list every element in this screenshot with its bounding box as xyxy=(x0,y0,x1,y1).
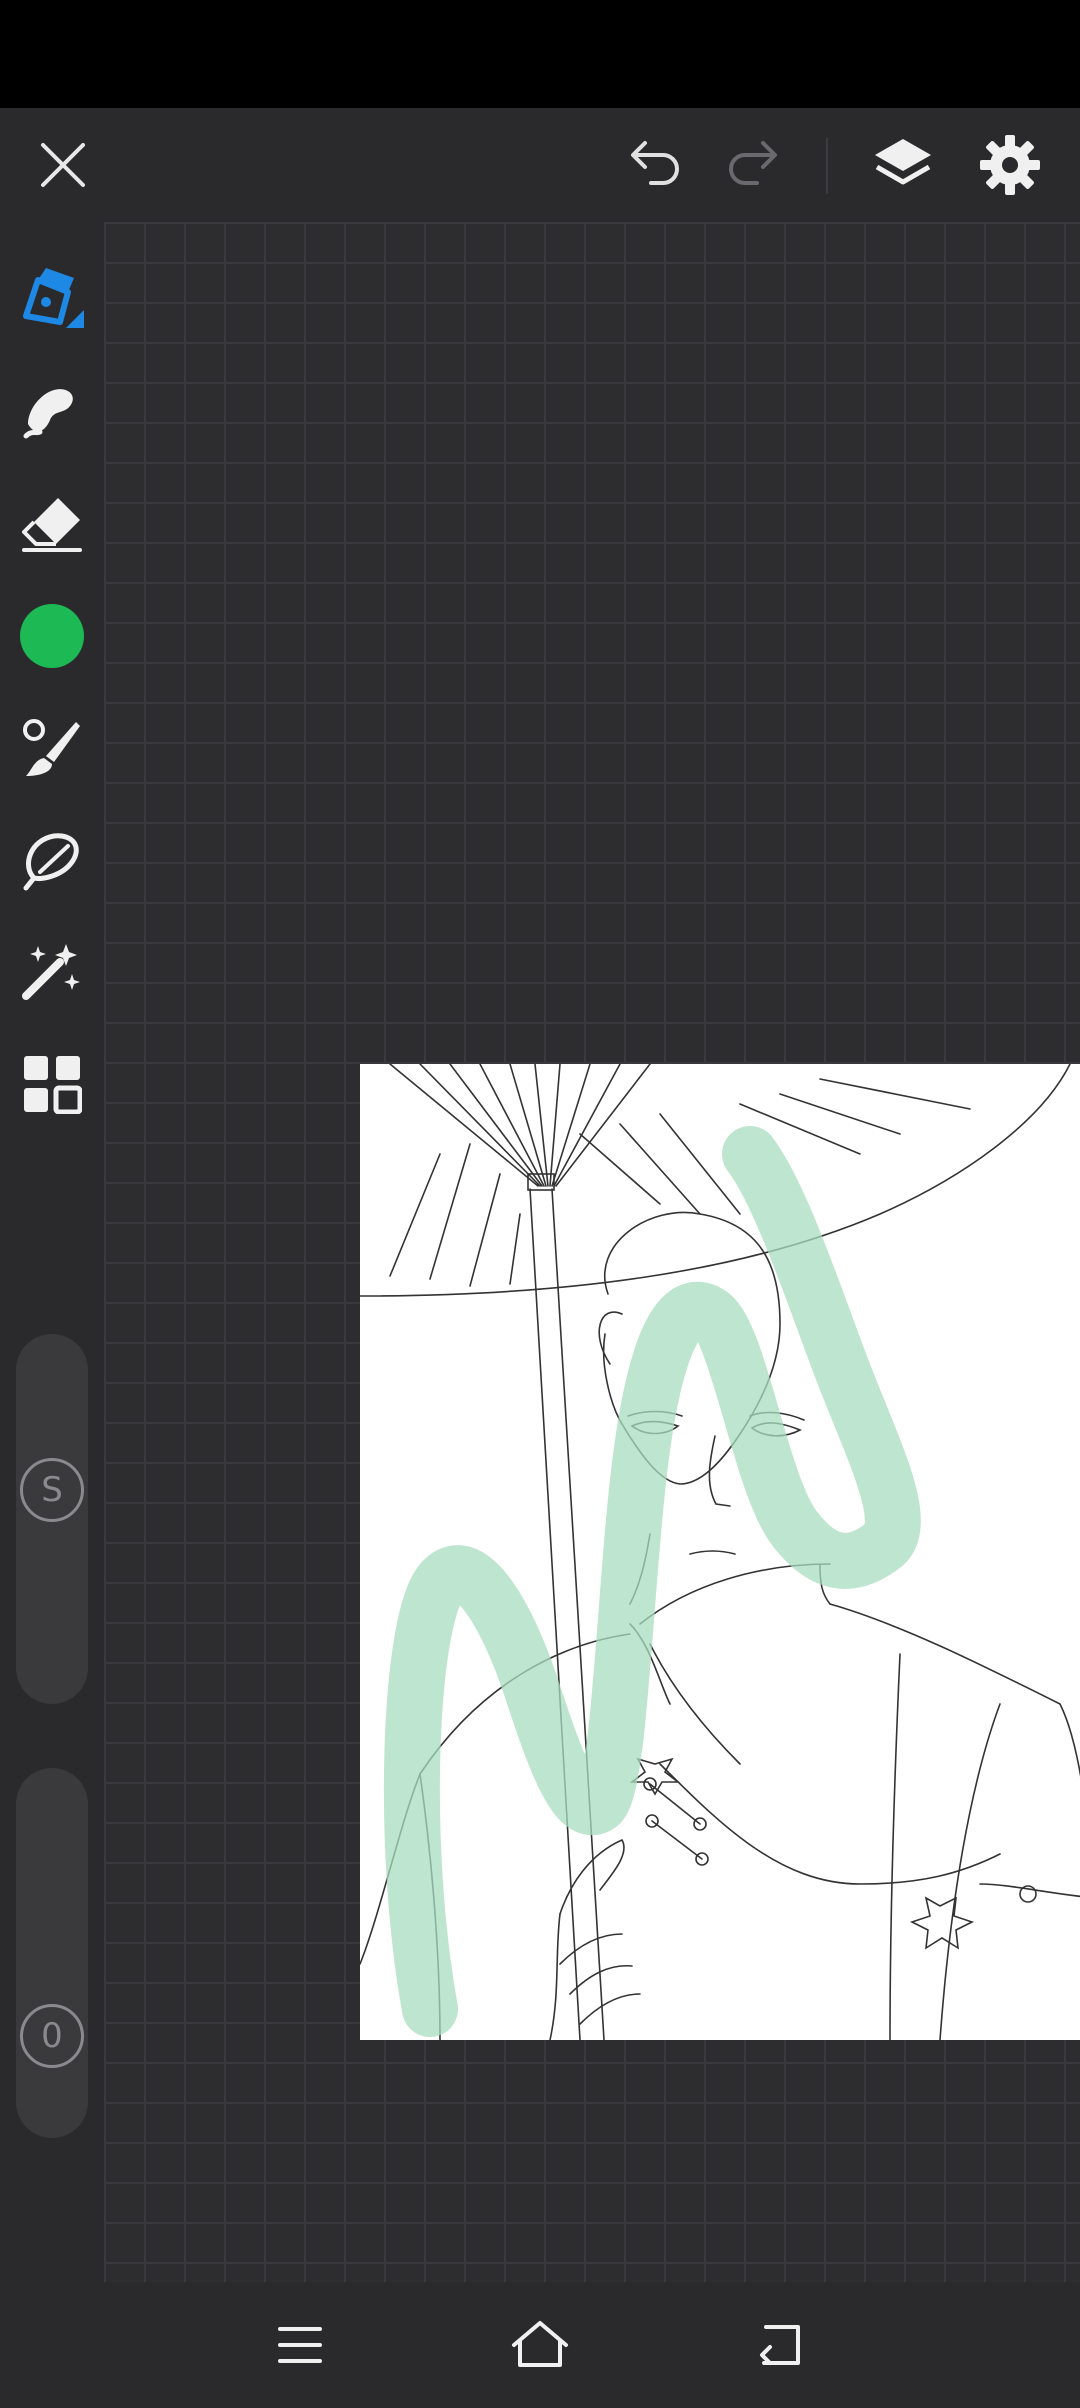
settings-button[interactable] xyxy=(955,108,1065,222)
toolbar-divider xyxy=(826,138,828,194)
close-button[interactable] xyxy=(8,108,118,222)
undo-button[interactable] xyxy=(600,108,710,222)
brush-size-slider[interactable]: S xyxy=(16,1334,88,1704)
pen-tool[interactable] xyxy=(0,250,104,350)
redo-button[interactable] xyxy=(698,108,808,222)
menu-icon xyxy=(278,2327,322,2363)
pen-icon xyxy=(23,268,84,328)
redo-icon xyxy=(729,141,777,185)
grid-icon xyxy=(24,1056,82,1114)
top-toolbar xyxy=(0,108,1080,222)
layers-icon xyxy=(875,139,931,185)
back-icon xyxy=(760,2325,800,2365)
undo-icon xyxy=(631,141,679,185)
line-art-drawing xyxy=(360,1064,1080,2040)
gear-icon xyxy=(980,135,1040,195)
lasso-icon xyxy=(23,833,79,891)
magic-wand-icon xyxy=(22,944,80,1000)
eraser-tool[interactable] xyxy=(0,474,104,574)
smudge-icon xyxy=(23,389,73,439)
layers-button[interactable] xyxy=(848,108,958,222)
home-button[interactable] xyxy=(470,2282,610,2408)
opacity-slider[interactable]: 0 xyxy=(16,1768,88,2138)
color-swatch-button[interactable] xyxy=(0,586,104,686)
more-tools[interactable] xyxy=(0,1034,104,1134)
brush-icon xyxy=(23,719,80,776)
magic-tool[interactable] xyxy=(0,922,104,1022)
artboard[interactable] xyxy=(360,1064,1080,2040)
canvas-workspace[interactable] xyxy=(104,222,1080,2282)
tool-sidebar: S 0 xyxy=(0,222,104,2282)
color-swatch xyxy=(20,604,84,668)
menu-button[interactable] xyxy=(230,2282,370,2408)
close-icon xyxy=(41,143,85,187)
lasso-tool[interactable] xyxy=(0,810,104,910)
home-icon xyxy=(512,2321,568,2367)
smudge-tool[interactable] xyxy=(0,362,104,462)
brush-tool[interactable] xyxy=(0,698,104,798)
back-button[interactable] xyxy=(710,2282,850,2408)
system-nav-bar xyxy=(0,2282,1080,2408)
size-knob[interactable]: S xyxy=(20,1458,84,1522)
eraser-icon xyxy=(22,498,82,552)
status-bar xyxy=(0,0,1080,108)
opacity-knob[interactable]: 0 xyxy=(20,2004,84,2068)
